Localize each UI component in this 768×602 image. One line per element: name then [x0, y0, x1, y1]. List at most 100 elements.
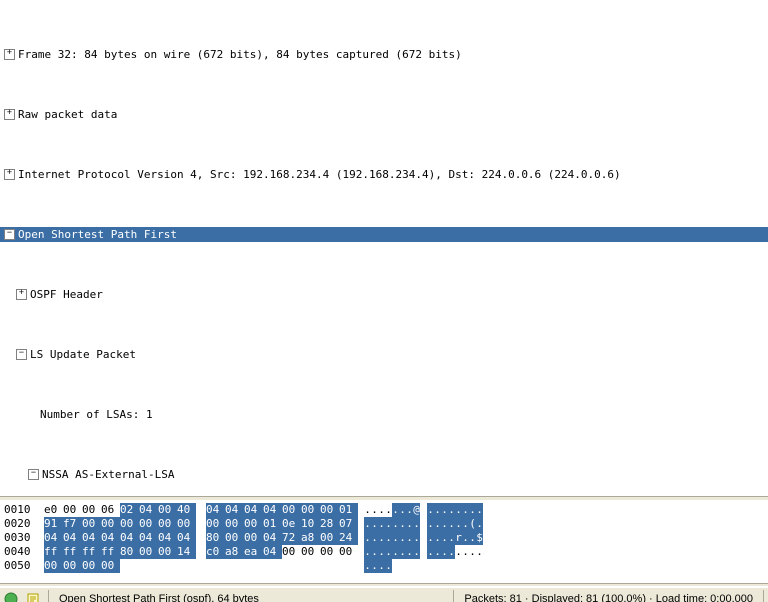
- hex-byte[interactable]: 00: [44, 559, 63, 573]
- hex-line[interactable]: 0010e0000006020400400404040400000001....…: [4, 503, 764, 517]
- hex-ascii-char[interactable]: .: [476, 545, 483, 559]
- hex-ascii-char[interactable]: .: [476, 517, 483, 531]
- hex-ascii-char[interactable]: .: [462, 503, 469, 517]
- hex-ascii-char[interactable]: .: [406, 517, 413, 531]
- expand-icon[interactable]: +: [4, 109, 15, 120]
- hex-ascii-char[interactable]: .: [378, 503, 385, 517]
- hex-ascii-char[interactable]: .: [427, 517, 434, 531]
- tree-row-ip[interactable]: + Internet Protocol Version 4, Src: 192.…: [0, 167, 768, 182]
- hex-byte[interactable]: 04: [120, 531, 139, 545]
- hex-ascii-char[interactable]: .: [399, 517, 406, 531]
- hex-byte[interactable]: ff: [44, 545, 63, 559]
- hex-ascii-char[interactable]: .: [385, 545, 392, 559]
- hex-byte[interactable]: 00: [101, 517, 120, 531]
- hex-byte[interactable]: 72: [282, 531, 301, 545]
- hex-ascii[interactable]: ....: [364, 559, 483, 573]
- collapse-icon[interactable]: −: [28, 469, 39, 480]
- hex-byte[interactable]: 00: [320, 503, 339, 517]
- hex-ascii-char[interactable]: .: [476, 503, 483, 517]
- hex-ascii-char[interactable]: .: [441, 517, 448, 531]
- hex-byte[interactable]: 00: [82, 559, 101, 573]
- hex-ascii-char[interactable]: .: [371, 531, 378, 545]
- hex-bytes[interactable]: e0000006020400400404040400000001: [44, 503, 358, 517]
- hex-byte[interactable]: 00: [301, 545, 320, 559]
- hex-byte[interactable]: 00: [101, 559, 120, 573]
- hex-ascii-char[interactable]: .: [427, 531, 434, 545]
- hex-byte[interactable]: 00: [225, 517, 244, 531]
- hex-byte[interactable]: ea: [244, 545, 263, 559]
- hex-byte[interactable]: 04: [244, 503, 263, 517]
- hex-ascii-char[interactable]: .: [448, 531, 455, 545]
- tree-row-nssa[interactable]: − NSSA AS-External-LSA: [0, 467, 768, 482]
- hex-ascii-char[interactable]: .: [448, 545, 455, 559]
- collapse-icon[interactable]: −: [16, 349, 27, 360]
- hex-ascii-char[interactable]: .: [392, 531, 399, 545]
- hex-byte[interactable]: 04: [263, 545, 282, 559]
- hex-byte[interactable]: ff: [101, 545, 120, 559]
- hex-ascii-char[interactable]: .: [434, 503, 441, 517]
- hex-ascii-char[interactable]: .: [378, 559, 385, 573]
- hex-byte[interactable]: 14: [177, 545, 196, 559]
- hex-ascii-char[interactable]: .: [406, 545, 413, 559]
- hex-bytes[interactable]: ffffffff80000014c0a8ea0400000000: [44, 545, 358, 559]
- hex-byte[interactable]: 02: [120, 503, 139, 517]
- tree-row-lsu[interactable]: − LS Update Packet: [0, 347, 768, 362]
- hex-byte[interactable]: 00: [139, 517, 158, 531]
- hex-byte[interactable]: a8: [225, 545, 244, 559]
- hex-byte[interactable]: 00: [139, 545, 158, 559]
- hex-byte[interactable]: 04: [44, 531, 63, 545]
- hex-byte[interactable]: 04: [63, 531, 82, 545]
- hex-ascii-char[interactable]: .: [364, 503, 371, 517]
- hex-byte[interactable]: 00: [244, 517, 263, 531]
- hex-ascii-char[interactable]: .: [434, 545, 441, 559]
- hex-byte[interactable]: 00: [244, 531, 263, 545]
- hex-byte[interactable]: 04: [139, 531, 158, 545]
- expand-icon[interactable]: +: [16, 289, 27, 300]
- hex-byte[interactable]: 00: [177, 517, 196, 531]
- hex-ascii-char[interactable]: .: [371, 559, 378, 573]
- hex-ascii-char[interactable]: .: [371, 545, 378, 559]
- hex-ascii-char[interactable]: .: [406, 531, 413, 545]
- capture-file-icon[interactable]: [25, 591, 41, 602]
- hex-byte[interactable]: 04: [263, 531, 282, 545]
- hex-ascii-char[interactable]: .: [441, 531, 448, 545]
- hex-ascii-char[interactable]: .: [399, 545, 406, 559]
- hex-ascii-char[interactable]: .: [364, 559, 371, 573]
- hex-byte[interactable]: 00: [158, 545, 177, 559]
- hex-byte[interactable]: 00: [225, 531, 244, 545]
- hex-ascii-char[interactable]: .: [378, 545, 385, 559]
- expand-icon[interactable]: +: [4, 49, 15, 60]
- hex-ascii-char[interactable]: .: [455, 517, 462, 531]
- hex-bytes[interactable]: 00000000: [44, 559, 358, 573]
- expert-info-icon[interactable]: [3, 591, 19, 602]
- hex-ascii-char[interactable]: .: [385, 517, 392, 531]
- hex-byte[interactable]: ff: [63, 545, 82, 559]
- hex-byte[interactable]: ff: [82, 545, 101, 559]
- hex-ascii[interactable]: ........ ......(.: [364, 517, 483, 531]
- hex-ascii-char[interactable]: .: [413, 545, 420, 559]
- hex-ascii-char[interactable]: .: [455, 545, 462, 559]
- hex-byte[interactable]: 04: [225, 503, 244, 517]
- hex-ascii-char[interactable]: .: [462, 531, 469, 545]
- hex-byte[interactable]: 40: [177, 503, 196, 517]
- hex-ascii-char[interactable]: @: [413, 503, 420, 517]
- hex-byte[interactable]: 00: [282, 545, 301, 559]
- hex-byte[interactable]: 04: [263, 503, 282, 517]
- hex-ascii-char[interactable]: .: [399, 503, 406, 517]
- tree-row-ospf-header[interactable]: + OSPF Header: [0, 287, 768, 302]
- hex-bytes[interactable]: 04040404040404048000000472a80024: [44, 531, 358, 545]
- hex-ascii-char[interactable]: .: [392, 503, 399, 517]
- hex-byte[interactable]: 28: [320, 517, 339, 531]
- hex-ascii-char[interactable]: .: [371, 517, 378, 531]
- hex-ascii-char[interactable]: .: [392, 517, 399, 531]
- hex-byte[interactable]: 00: [158, 503, 177, 517]
- hex-ascii-char[interactable]: .: [448, 503, 455, 517]
- hex-byte[interactable]: 00: [120, 517, 139, 531]
- hex-byte[interactable]: 04: [101, 531, 120, 545]
- hex-ascii-char[interactable]: .: [364, 531, 371, 545]
- hex-ascii-char[interactable]: .: [364, 517, 371, 531]
- hex-ascii-char[interactable]: .: [378, 531, 385, 545]
- hex-line[interactable]: 003004040404040404048000000472a80024....…: [4, 531, 764, 545]
- hex-ascii-char[interactable]: (: [469, 517, 476, 531]
- hex-ascii-char[interactable]: .: [434, 517, 441, 531]
